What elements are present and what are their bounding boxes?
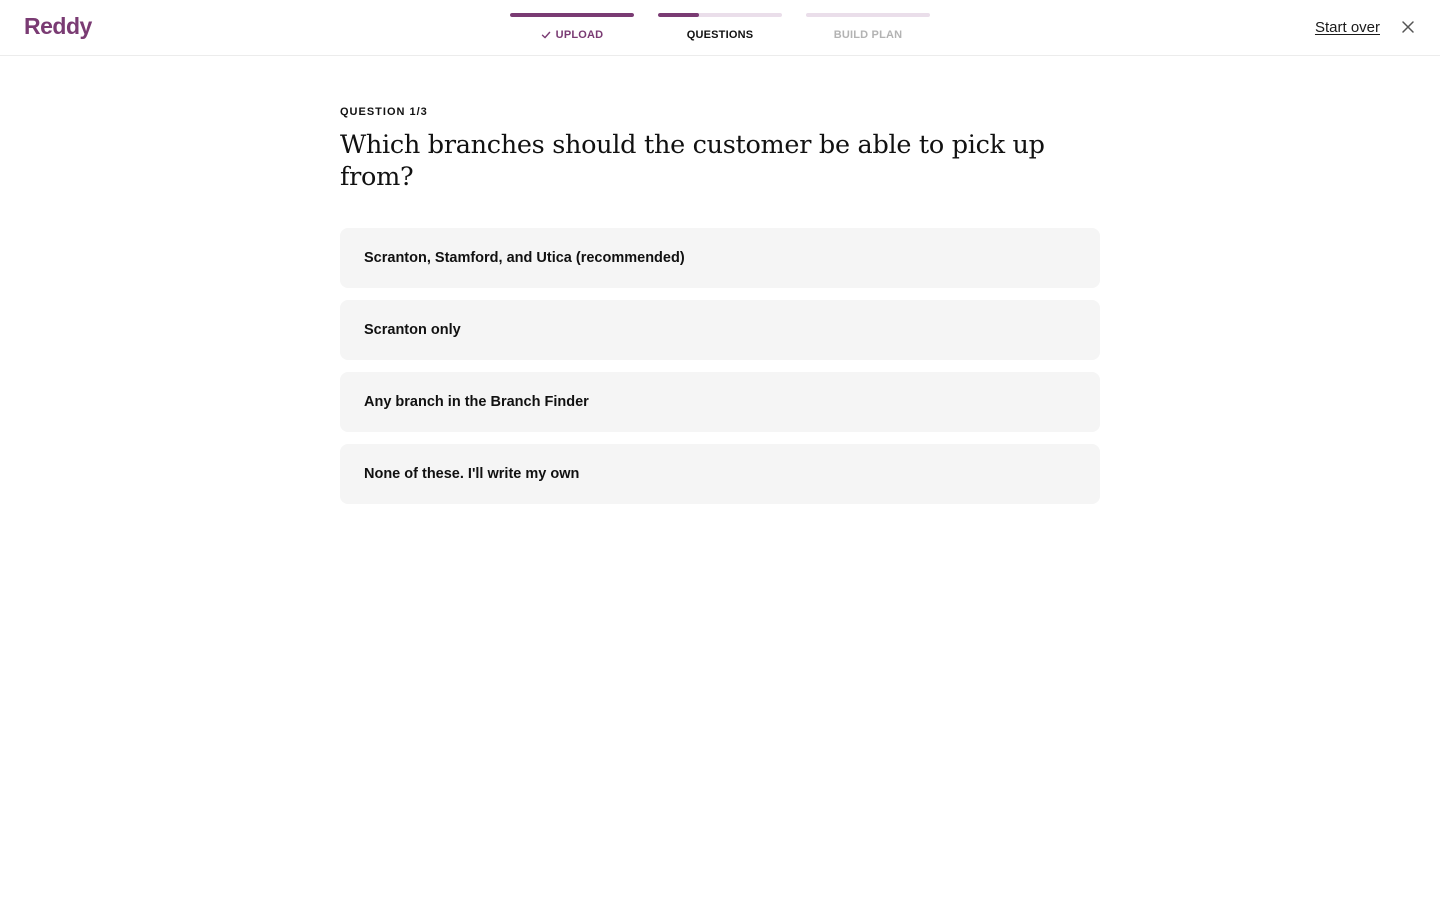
step-upload-progress-fill <box>510 13 634 17</box>
question-panel: QUESTION 1/3 Which branches should the c… <box>340 104 1100 504</box>
step-upload-label-row: UPLOAD <box>541 28 604 42</box>
step-questions-label-row: QUESTIONS <box>687 28 754 42</box>
step-questions-progress-bar <box>658 13 782 17</box>
question-counter: QUESTION 1/3 <box>340 106 428 118</box>
step-upload-progress-bar <box>510 13 634 17</box>
progress-stepper: UPLOAD QUESTIONS BUILD PLAN <box>510 13 930 42</box>
question-title: Which branches should the customer be ab… <box>340 130 1045 192</box>
answer-option[interactable]: Scranton only <box>340 300 1100 360</box>
answer-option-label: Scranton, Stamford, and Utica (recommend… <box>364 250 685 266</box>
answer-option[interactable]: None of these. I'll write my own <box>340 444 1100 504</box>
answer-options: Scranton, Stamford, and Utica (recommend… <box>340 228 1100 504</box>
answer-option[interactable]: Any branch in the Branch Finder <box>340 372 1100 432</box>
step-build-plan[interactable]: BUILD PLAN <box>806 13 930 42</box>
step-upload-label: UPLOAD <box>555 29 604 41</box>
step-questions-progress-fill <box>658 13 699 17</box>
step-build-plan-label-row: BUILD PLAN <box>834 28 903 42</box>
reddy-logo[interactable]: Reddy <box>24 13 92 40</box>
start-over-link[interactable]: Start over <box>1315 19 1380 36</box>
answer-option-label: None of these. I'll write my own <box>364 466 580 482</box>
close-icon[interactable] <box>1401 20 1415 34</box>
top-bar: Reddy UPLOAD QUESTIONS BUILD PLAN Start … <box>0 0 1440 56</box>
step-questions-label: QUESTIONS <box>686 29 754 41</box>
answer-option[interactable]: Scranton, Stamford, and Utica (recommend… <box>340 228 1100 288</box>
step-upload[interactable]: UPLOAD <box>510 13 634 42</box>
answer-option-label: Any branch in the Branch Finder <box>364 394 589 410</box>
step-build-plan-progress-bar <box>806 13 930 17</box>
answer-option-label: Scranton only <box>364 322 461 338</box>
step-build-plan-label: BUILD PLAN <box>833 29 903 41</box>
check-icon <box>541 31 550 39</box>
step-questions[interactable]: QUESTIONS <box>658 13 782 42</box>
